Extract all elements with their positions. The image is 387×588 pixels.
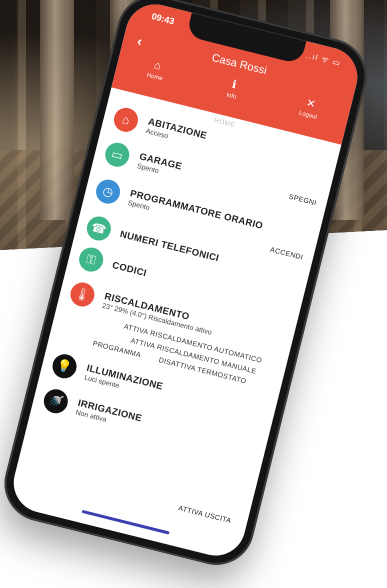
key-icon: ⚿ — [76, 245, 106, 275]
status-icons: ..ıl ᯤ ▭ — [305, 50, 343, 69]
list-item-numeri[interactable]: ☎ NUMERI TELEFONICI — [84, 213, 301, 266]
list-item-riscaldamento[interactable]: 🌡 RISCALDAMENTO 23° 29% (4.0°) Riscaldam… — [67, 279, 285, 337]
attiva-uscita-button[interactable]: ATTIVA USCITA — [178, 505, 232, 525]
status-time: 09:43 — [150, 11, 176, 27]
phone-icon: ☎ — [84, 213, 114, 244]
bulb-icon: 💡 — [49, 351, 80, 381]
background-pillar — [40, 0, 74, 220]
item-title: NUMERI TELEFONICI — [118, 228, 221, 265]
item-title: PROGRAMMATORE ORARIO — [128, 188, 265, 232]
thermometer-icon: 🌡 — [67, 279, 97, 310]
spegni-button[interactable]: SPEGNI — [288, 194, 317, 208]
list-item-programmatore[interactable]: ◷ PROGRAMMATORE ORARIO Spento ACCENDI — [93, 177, 310, 262]
clock-icon: ◷ — [93, 177, 123, 207]
accendi-button[interactable]: ACCENDI — [269, 247, 303, 262]
list-item-irrigazione[interactable]: 🚿 IRRIGAZIONE Non attiva — [41, 386, 258, 439]
garage-icon: ▭ — [102, 140, 132, 170]
house-icon: ⌂ — [111, 105, 141, 135]
sprinkler-icon: 🚿 — [41, 386, 71, 416]
home-indicator[interactable] — [81, 509, 170, 535]
list-item-garage[interactable]: ▭ GARAGE Spento SPEGNI — [102, 140, 320, 207]
item-title: CODICI — [111, 260, 148, 280]
